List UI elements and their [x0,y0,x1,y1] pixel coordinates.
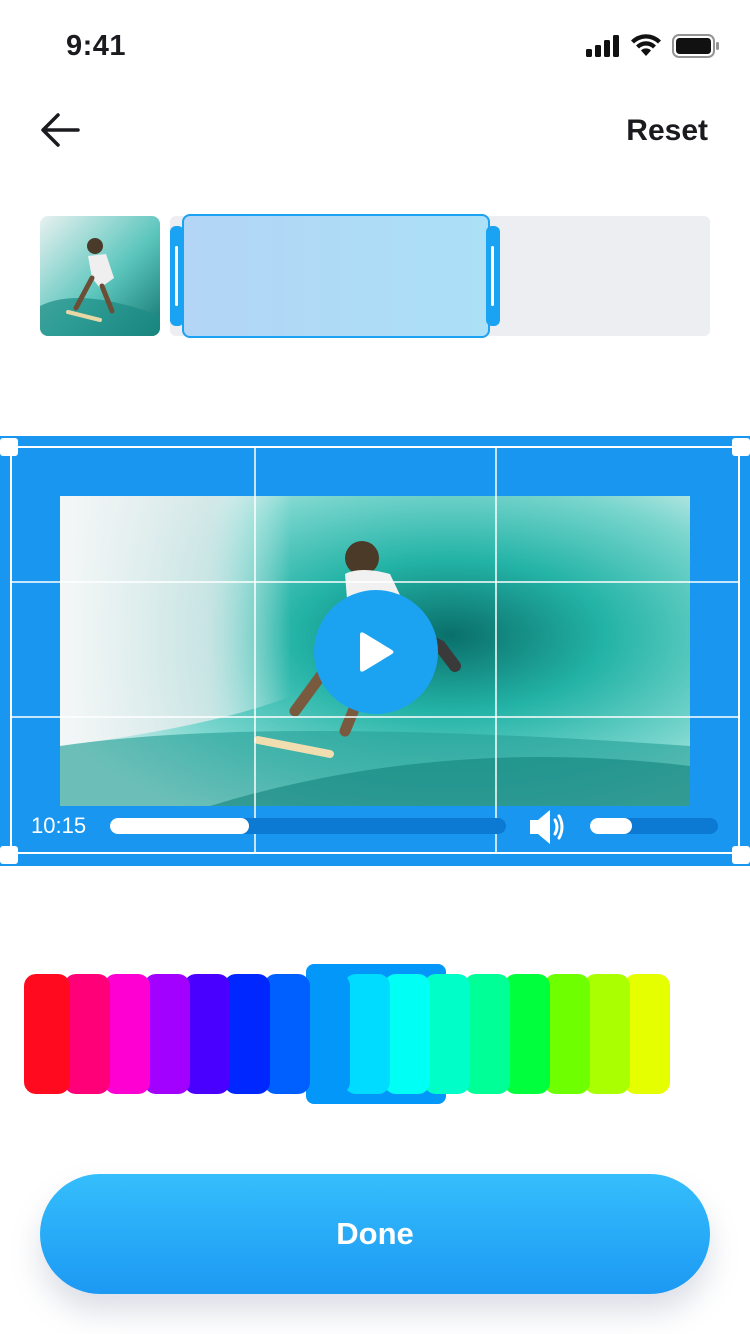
crop-grid-line [10,716,740,718]
crop-grid-line [10,581,740,583]
arrow-left-icon [41,113,80,147]
color-swatch[interactable] [264,974,310,1094]
trim-handle-left[interactable] [170,226,184,326]
playback-progress-fill [110,818,249,834]
crop-handle-bottom-left[interactable] [0,846,18,864]
current-time: 10:15 [31,813,87,838]
status-time: 9:41 [66,30,127,62]
volume-slider-fill [590,818,633,834]
battery-icon [672,34,719,58]
color-swatch[interactable] [624,974,670,1094]
done-button[interactable]: Done [40,1174,710,1294]
color-swatch[interactable] [544,974,590,1094]
color-swatch[interactable] [24,974,70,1094]
color-swatch[interactable] [424,974,470,1094]
color-swatch[interactable] [504,974,550,1094]
color-swatch[interactable] [304,974,350,1094]
color-swatch[interactable] [224,974,270,1094]
crop-handle-top-left[interactable] [0,438,18,456]
crop-handle-bottom-right[interactable] [732,846,750,864]
back-button[interactable] [38,110,82,150]
color-swatch[interactable] [184,974,230,1094]
crop-area[interactable]: 10:15 [0,436,750,866]
trim-handle-right[interactable] [486,226,500,326]
color-swatch[interactable] [584,974,630,1094]
color-swatch[interactable] [104,974,150,1094]
trim-selection[interactable] [182,214,490,338]
play-button[interactable] [314,590,438,714]
reset-button[interactable]: Reset [626,114,708,148]
color-swatch[interactable] [144,974,190,1094]
crop-grid-line [495,446,497,854]
signal-icon [586,35,619,57]
crop-grid-line [254,446,256,854]
color-swatch[interactable] [384,974,430,1094]
status-icons [586,34,720,58]
wifi-icon [631,34,661,56]
color-palette [0,974,750,1094]
timeline-trimmer [40,214,710,338]
play-icon [360,632,394,672]
color-swatch[interactable] [344,974,390,1094]
color-swatch[interactable] [464,974,510,1094]
crop-handle-top-right[interactable] [732,438,750,456]
color-swatch[interactable] [64,974,110,1094]
video-thumbnail [40,216,160,336]
playback-progress-bar[interactable] [110,818,506,834]
volume-slider[interactable] [590,818,718,834]
volume-icon[interactable] [528,808,568,846]
